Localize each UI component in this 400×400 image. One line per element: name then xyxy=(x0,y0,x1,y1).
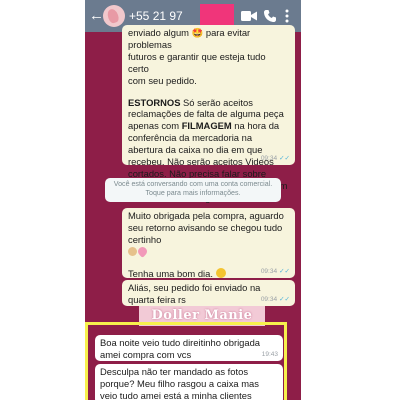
message-time: 09:34 ✓✓ xyxy=(260,155,290,162)
policy-emphasis: FILMAGEM xyxy=(181,120,232,132)
read-receipt-icon: ✓✓ xyxy=(279,296,290,303)
business-account-notice[interactable]: Você está conversando com uma conta come… xyxy=(105,178,281,202)
emoji-row xyxy=(128,244,289,258)
message-bubble-incoming[interactable]: Desculpa não ter mandado as fotos porque… xyxy=(95,364,283,400)
more-options-icon[interactable] xyxy=(284,9,290,23)
video-call-icon[interactable] xyxy=(241,9,257,23)
read-receipt-icon: ✓✓ xyxy=(279,155,290,162)
smile-emoji-icon xyxy=(215,267,226,278)
heart-emoji-icon xyxy=(136,244,149,258)
message-line: enviado algum 🤩 para evitar problemas xyxy=(128,27,251,50)
message-line: futuros e garantir que esteja tudo certo xyxy=(128,50,266,74)
message-bubble-outgoing[interactable]: enviado algum 🤩 para evitar problemas fu… xyxy=(122,25,295,203)
message-text: Muito obrigada pela compra, aguardo seu … xyxy=(128,210,284,245)
pray-emoji-icon xyxy=(128,246,137,256)
message-line: com seu pedido. xyxy=(128,74,197,86)
message-bubble-outgoing[interactable]: Muito obrigada pela compra, aguardo seu … xyxy=(122,208,295,279)
phone-call-icon[interactable] xyxy=(263,9,277,23)
read-receipt-icon: ✓✓ xyxy=(279,268,290,275)
message-text: Boa noite veio tudo direitinho obrigada … xyxy=(100,337,261,360)
policy-heading: ESTORNOS xyxy=(128,96,181,108)
message-time: 09:34 ✓✓ xyxy=(260,268,290,275)
message-text: Desculpa não ter mandado as fotos porque… xyxy=(100,366,259,400)
contact-phone-number[interactable]: +55 21 97 xyxy=(129,9,183,23)
message-time: 09:34 ✓✓ xyxy=(260,296,290,303)
message-bubble-incoming[interactable]: Boa noite veio tudo direitinho obrigada … xyxy=(95,335,283,361)
message-bubble-outgoing[interactable]: Aliás, seu pedido foi enviado na quarta … xyxy=(122,280,295,306)
back-arrow-icon[interactable]: ← xyxy=(89,7,104,25)
contact-avatar[interactable] xyxy=(103,5,125,27)
chat-screen: ← +55 21 97 enviado algum 🤩 para evitar … xyxy=(85,0,301,400)
message-time: 19:43 xyxy=(261,351,278,358)
